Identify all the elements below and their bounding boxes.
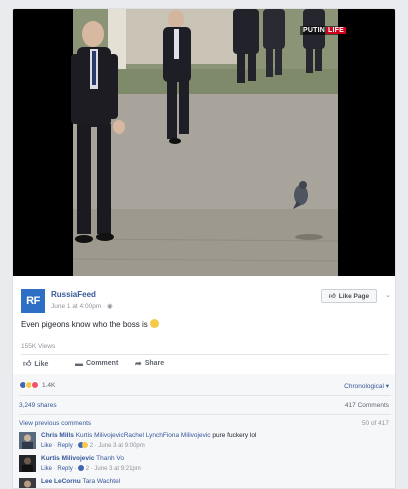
comment-label: Comment [86, 360, 119, 367]
comment-item: Lee LeCornu Tara Wachtel [19, 478, 389, 489]
video-player[interactable]: PUTIN LIFE [13, 9, 395, 276]
post-card: PUTIN LIFE RF RussiaFeed June 1 at 4:00pm… [12, 8, 396, 489]
page-logo[interactable]: RF [21, 289, 45, 313]
reaction-count: 1.4K [42, 381, 56, 389]
comment-body: Lee LeCornu Tara Wachtel [41, 478, 381, 485]
post-text-content: Even pigeons know who the boss is [21, 320, 148, 329]
share-label: Share [144, 360, 165, 367]
post-timestamp[interactable]: June 1 at 4:00pm · [51, 303, 107, 310]
comments-count-link[interactable]: 417 Comments [345, 402, 389, 409]
comment-footer: Like · Reply · 2 · June 3 at 9:21pm [41, 465, 141, 472]
comment-author[interactable]: Chris Mills [41, 432, 74, 439]
comment-like-link[interactable]: Like [41, 466, 52, 472]
comment-reaction-count[interactable]: 2 [86, 466, 89, 472]
post-header: RF RussiaFeed June 1 at 4:00pm · ◉ 👍︎ Li… [21, 289, 391, 319]
comment-tags[interactable]: Tara Wachtel [82, 478, 120, 485]
laughing-emoji-icon [149, 319, 159, 328]
video-frame [13, 9, 395, 276]
comment-icon: ▬ [75, 359, 83, 368]
shares-link[interactable]: 3,249 shares [19, 402, 57, 409]
view-previous-comments-link[interactable]: View previous comments [19, 420, 91, 427]
thumbs-up-icon: 👍︎ [328, 293, 336, 300]
comment-item: Kurtis Milivojevic Thanh Vo Like · Reply… [19, 455, 389, 477]
comment-tags[interactable]: Thanh Vo [96, 455, 124, 462]
avatar[interactable] [19, 478, 36, 489]
comment-author[interactable]: Lee LeCornu [41, 478, 81, 485]
reactions-summary[interactable]: 1.4K [19, 381, 55, 389]
comment-tags[interactable]: Kurtis MilivojevicRachel LynchFiona Mili… [76, 432, 211, 439]
like-page-button[interactable]: 👍︎ Like Page [321, 289, 377, 303]
comment-item: Chris Mills Kurtis MilivojevicRachel Lyn… [19, 432, 389, 454]
comment-body: Chris Mills Kurtis MilivojevicRachel Lyn… [41, 432, 381, 439]
video-watermark: PUTIN LIFE [300, 26, 349, 35]
avatar[interactable] [19, 432, 36, 449]
divider [21, 354, 389, 355]
globe-icon: ◉ [107, 303, 113, 310]
thumbs-up-icon: 👍︎ [23, 359, 32, 368]
divider [19, 395, 391, 396]
page-name-link[interactable]: RussiaFeed [51, 290, 96, 299]
post-actions: 👍︎ Like ▬ Comment ➦ Share [21, 359, 389, 373]
comment-time[interactable]: June 3 at 9:21pm [94, 466, 140, 472]
comment-reaction-count[interactable]: 2 [90, 443, 93, 449]
share-icon: ➦ [135, 359, 142, 368]
divider [19, 414, 391, 415]
view-count[interactable]: 155K Views [21, 343, 55, 350]
comments-section: 1.4K Chronological ▾ 3,249 shares 417 Co… [13, 374, 395, 489]
comment-time[interactable]: June 3 at 9:00pm [98, 443, 144, 449]
post-text: Even pigeons know who the boss is [21, 319, 159, 329]
share-button[interactable]: ➦ Share [135, 359, 164, 368]
post-meta: June 1 at 4:00pm · ◉ [51, 302, 113, 310]
chevron-down-icon[interactable]: ⌄ [385, 291, 391, 299]
haha-reaction-icon [82, 442, 89, 448]
comment-button[interactable]: ▬ Comment [75, 359, 118, 368]
comment-sort-dropdown[interactable]: Chronological ▾ [344, 382, 389, 390]
love-reaction-icon [31, 381, 39, 389]
watermark-accent: LIFE [326, 27, 346, 34]
watermark-main: PUTIN [303, 27, 326, 34]
comment-range: 50 of 417 [361, 420, 389, 427]
like-button[interactable]: 👍︎ Like [23, 359, 48, 369]
comment-body: Kurtis Milivojevic Thanh Vo [41, 455, 381, 462]
like-reaction-icon [78, 465, 85, 471]
comment-like-link[interactable]: Like [41, 443, 52, 449]
comment-reply-link[interactable]: Reply [57, 466, 72, 472]
comment-author[interactable]: Kurtis Milivojevic [41, 455, 94, 462]
comment-reply-link[interactable]: Reply [57, 443, 72, 449]
comment-text: pure fuckery lol [210, 432, 257, 439]
comment-footer: Like · Reply · 2 · June 3 at 9:00pm [41, 442, 145, 449]
avatar[interactable] [19, 455, 36, 472]
like-label: Like [34, 360, 49, 368]
like-page-label: Like Page [338, 292, 370, 300]
